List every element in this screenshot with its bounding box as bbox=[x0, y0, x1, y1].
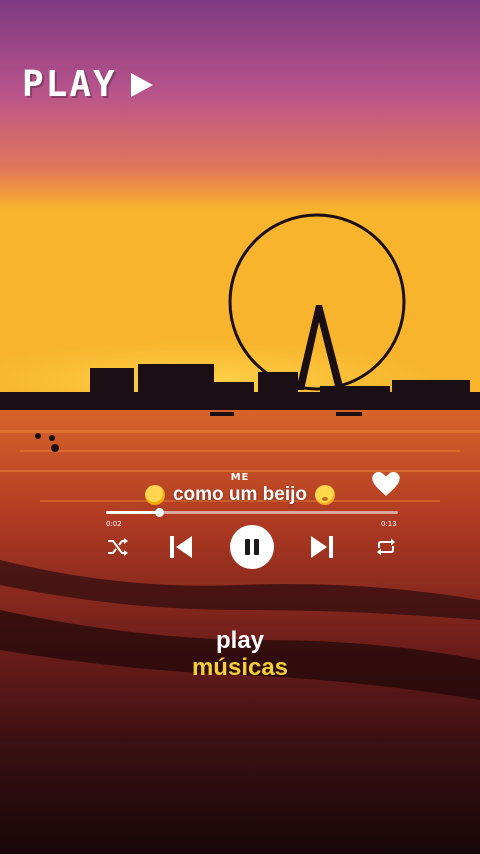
progress-handle[interactable] bbox=[154, 508, 164, 517]
like-button[interactable] bbox=[372, 472, 400, 500]
previous-button[interactable] bbox=[167, 533, 195, 561]
shuffle-button[interactable] bbox=[106, 536, 130, 558]
pause-icon bbox=[243, 539, 261, 555]
artist-name: ME bbox=[230, 472, 250, 483]
song-title: como um beijo bbox=[172, 484, 308, 505]
hand-emoji-icon bbox=[144, 485, 165, 505]
play-pause-button[interactable] bbox=[230, 525, 274, 569]
elapsed-time: 0:02 bbox=[106, 520, 122, 528]
next-button[interactable] bbox=[308, 533, 336, 561]
skip-previous-icon bbox=[170, 536, 192, 558]
heart-icon bbox=[372, 472, 400, 496]
repeat-icon bbox=[377, 538, 395, 556]
play-watermark-text: PLAY bbox=[22, 64, 117, 105]
player-overlay: PLAY ME como um beijo 0:02 0:13 play mús… bbox=[0, 0, 480, 854]
repeat-button[interactable] bbox=[374, 536, 398, 558]
brand-line-musicas: músicas bbox=[191, 654, 289, 681]
shuffle-icon bbox=[108, 538, 128, 556]
brand-line-play: play bbox=[215, 627, 265, 654]
progress-fill bbox=[106, 511, 159, 514]
progress-bar[interactable] bbox=[106, 508, 398, 517]
song-title-row: como um beijo bbox=[0, 484, 480, 506]
play-watermark: PLAY bbox=[22, 64, 153, 105]
skip-next-icon bbox=[311, 536, 333, 558]
play-triangle-icon bbox=[130, 72, 153, 97]
kissing-face-emoji-icon bbox=[315, 485, 336, 505]
remaining-time: 0:13 bbox=[381, 520, 397, 528]
